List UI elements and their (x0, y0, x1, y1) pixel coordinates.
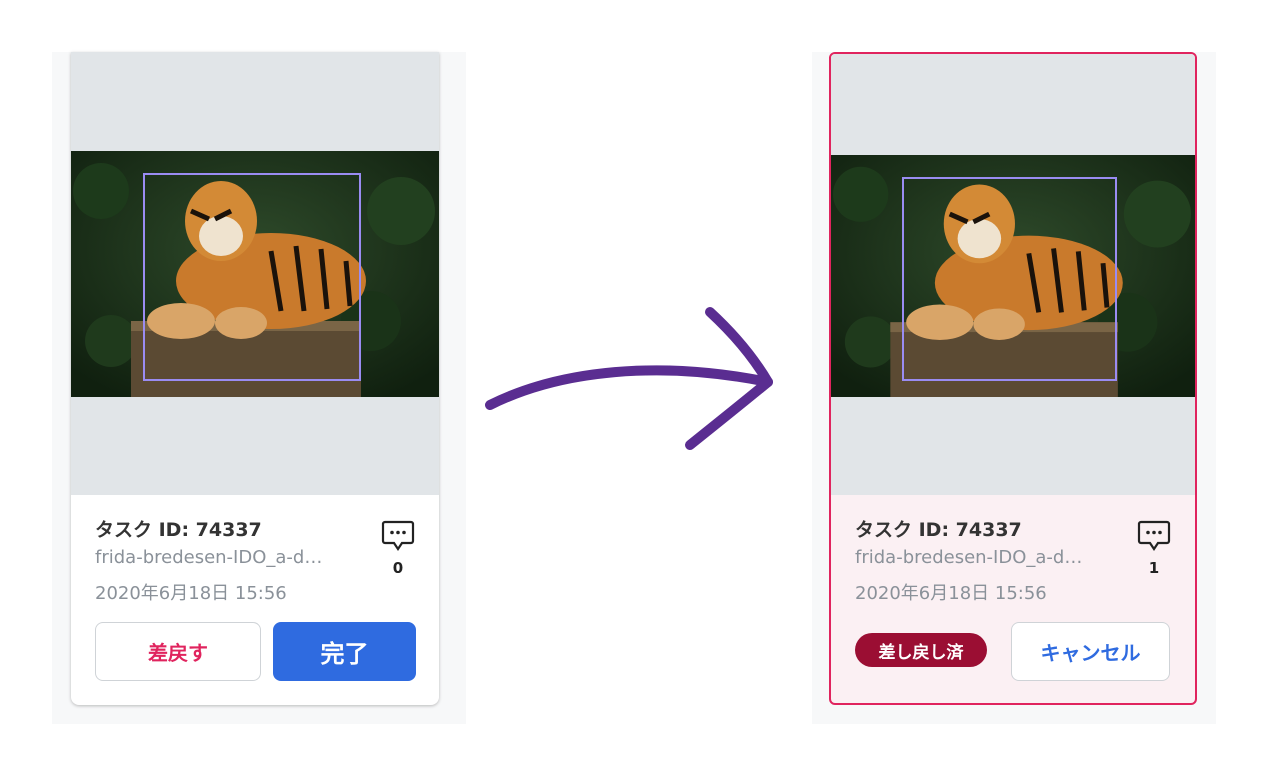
filename-label: frida-bredesen-IDO_a-d… (95, 547, 323, 568)
card-info: タスク ID: 74337 frida-bredesen-IDO_a-d… 20… (831, 495, 1195, 703)
filename-label: frida-bredesen-IDO_a-d… (855, 547, 1083, 568)
comment-icon[interactable] (381, 519, 415, 553)
tiger-photo (71, 151, 439, 397)
card-info: タスク ID: 74337 frida-bredesen-IDO_a-d… 20… (71, 495, 439, 705)
date-label: 2020年6月18日 15:56 (95, 583, 287, 604)
annotation-bounding-box[interactable] (143, 173, 361, 381)
comment-count: 1 (1148, 559, 1160, 577)
comment-count: 0 (392, 559, 404, 577)
task-id-label: タスク ID: 74337 (95, 519, 262, 541)
cancel-button[interactable]: キャンセル (1011, 622, 1170, 681)
date-label: 2020年6月18日 15:56 (855, 583, 1047, 604)
reject-button[interactable]: 差戻す (95, 622, 261, 681)
image-thumbnail (831, 54, 1195, 495)
tiger-photo (831, 155, 1195, 397)
complete-button[interactable]: 完了 (273, 622, 416, 681)
task-card-after[interactable]: タスク ID: 74337 frida-bredesen-IDO_a-d… 20… (829, 52, 1197, 705)
task-id-label: タスク ID: 74337 (855, 519, 1022, 541)
status-badge: 差し戻し済 (855, 633, 987, 667)
image-thumbnail (71, 52, 439, 495)
annotation-bounding-box[interactable] (902, 177, 1117, 381)
comment-icon[interactable] (1137, 519, 1171, 553)
arrow-icon (485, 307, 773, 450)
task-card-before[interactable]: タスク ID: 74337 frida-bredesen-IDO_a-d… 20… (71, 52, 439, 705)
